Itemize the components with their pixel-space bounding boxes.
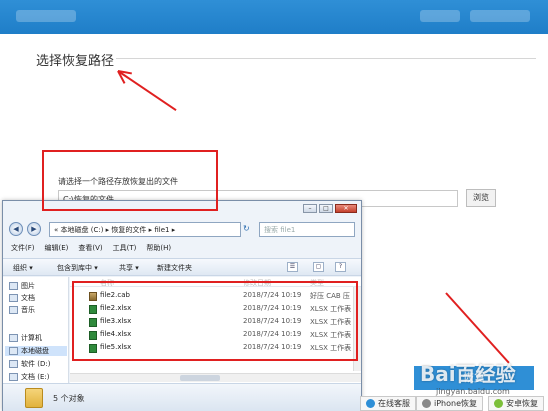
- new-folder-button[interactable]: 新建文件夹: [157, 263, 192, 273]
- search-input[interactable]: 搜索 file1: [259, 222, 355, 237]
- chat-icon: [366, 399, 375, 408]
- scrollbar-thumb[interactable]: [180, 375, 220, 381]
- nav-item-drive-e[interactable]: 文档 (E:): [9, 372, 49, 382]
- organize-button[interactable]: 组织 ▾: [13, 263, 33, 273]
- menu-help[interactable]: 帮助(H): [146, 243, 171, 256]
- navigation-pane: 图片 文档 音乐 计算机 本地磁盘 软件 (D:) 文档 (E:): [3, 277, 69, 383]
- menu-bar: 文件(F) 编辑(E) 查看(V) 工具(T) 帮助(H): [3, 243, 361, 256]
- nav-item-documents[interactable]: 文档: [9, 293, 35, 303]
- drive-icon: [9, 347, 18, 355]
- close-icon[interactable]: ✕: [335, 204, 357, 213]
- android-icon: [494, 399, 503, 408]
- nav-item-local-disk[interactable]: 本地磁盘: [5, 346, 67, 356]
- forward-icon[interactable]: ▶: [27, 222, 41, 236]
- annotation-arrow: [445, 292, 510, 364]
- iphone-recovery-button[interactable]: iPhone恢复: [416, 396, 484, 411]
- annotation-arrow: [117, 70, 177, 111]
- baidu-watermark: Bai百经验: [420, 362, 516, 386]
- include-library-button[interactable]: 包含到库中 ▾: [57, 263, 98, 273]
- address-row: ◀ ▶ « 本地磁盘 (C:) ▸ 恢复的文件 ▸ file1 ▸ ↻ 搜索 f…: [3, 221, 361, 239]
- menu-view[interactable]: 查看(V): [78, 243, 102, 256]
- highlight-path-box: [42, 150, 218, 211]
- nav-item-drive-d[interactable]: 软件 (D:): [9, 359, 50, 369]
- nav-item-pictures[interactable]: 图片: [9, 281, 35, 291]
- nav-item-music[interactable]: 音乐: [9, 305, 35, 315]
- android-recovery-button[interactable]: 安卓恢复: [488, 396, 544, 411]
- header-link[interactable]: [470, 10, 530, 22]
- menu-edit[interactable]: 编辑(E): [45, 243, 69, 256]
- nav-item-computer[interactable]: 计算机: [9, 333, 42, 343]
- app-header: [0, 0, 548, 34]
- title-divider: [116, 58, 536, 59]
- online-service-button[interactable]: 在线客服: [360, 396, 416, 411]
- maximize-icon[interactable]: □: [319, 204, 333, 213]
- address-bar[interactable]: « 本地磁盘 (C:) ▸ 恢复的文件 ▸ file1 ▸: [49, 222, 241, 237]
- computer-icon: [9, 334, 18, 342]
- drive-icon: [9, 360, 18, 368]
- browse-button[interactable]: 浏览: [466, 189, 496, 207]
- minimize-icon[interactable]: –: [303, 204, 317, 213]
- app-logo: [16, 10, 76, 22]
- view-options-icon[interactable]: ☰: [287, 262, 298, 272]
- menu-file[interactable]: 文件(F): [11, 243, 35, 256]
- refresh-icon[interactable]: ↻: [243, 224, 250, 233]
- app-window: 选择恢复路径 请选择一个路径存放恢复出的文件 C:\恢复的文件 浏览 – □ ✕…: [0, 0, 548, 411]
- folder-icon: [25, 388, 43, 408]
- music-icon: [9, 306, 18, 314]
- window-controls: – □ ✕: [303, 204, 357, 213]
- preview-pane-icon[interactable]: ▢: [313, 262, 324, 272]
- menu-tools[interactable]: 工具(T): [113, 243, 137, 256]
- apple-icon: [422, 399, 431, 408]
- pictures-icon: [9, 282, 18, 290]
- watermark-url: jingyan.baidu.com: [436, 387, 510, 396]
- command-bar: 组织 ▾ 包含到库中 ▾ 共享 ▾ 新建文件夹 ☰ ▢ ?: [3, 258, 361, 276]
- header-link[interactable]: [420, 10, 460, 22]
- status-bar: 5 个对象: [3, 383, 361, 411]
- item-count: 5 个对象: [53, 394, 85, 403]
- help-icon[interactable]: ?: [335, 262, 346, 272]
- section-title: 选择恢复路径: [36, 54, 115, 69]
- back-icon[interactable]: ◀: [9, 222, 23, 236]
- highlight-files-box: [72, 281, 358, 361]
- share-button[interactable]: 共享 ▾: [119, 263, 139, 273]
- horizontal-scrollbar[interactable]: [70, 373, 361, 382]
- drive-icon: [9, 373, 18, 381]
- documents-icon: [9, 294, 18, 302]
